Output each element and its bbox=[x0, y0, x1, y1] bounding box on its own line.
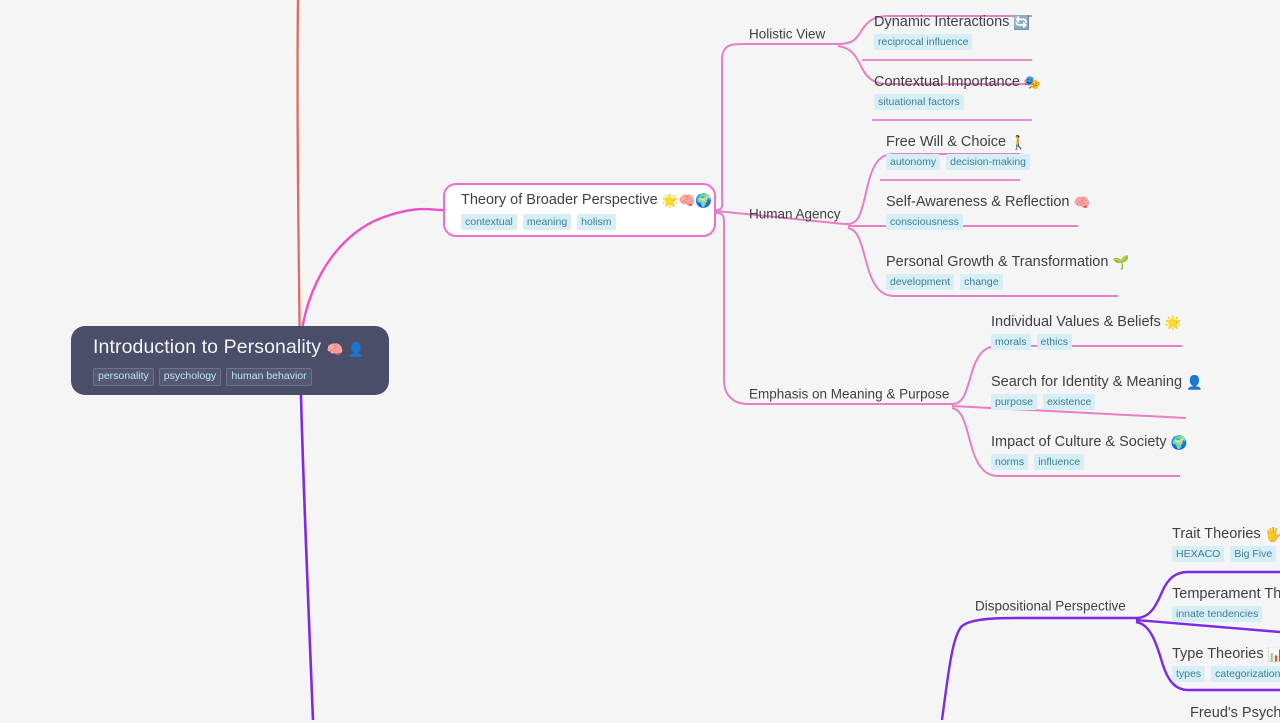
leaf-title: Personal Growth & Transformation 🌱 bbox=[886, 253, 1129, 272]
group-label-human-agency[interactable]: Human Agency bbox=[749, 206, 841, 223]
tag-consciousness: consciousness bbox=[886, 214, 963, 230]
performing-arts-icon: 🎭 bbox=[1023, 75, 1041, 90]
leaf-label: Impact of Culture & Society bbox=[991, 434, 1167, 450]
tag-contextual: contextual bbox=[461, 214, 517, 230]
branch-node-title: Theory of Broader Perspective 🌟🧠🌍 bbox=[461, 191, 714, 210]
tag-holism: holism bbox=[577, 214, 616, 230]
root-node-title: Introduction to Personality 🧠 👤 bbox=[93, 335, 369, 362]
leaf-tags: consciousness bbox=[886, 214, 1090, 230]
tag-autonomy: autonomy bbox=[886, 154, 941, 170]
leaf-label: Free Will & Choice bbox=[886, 134, 1007, 150]
root-node[interactable]: Introduction to Personality 🧠 👤 personal… bbox=[71, 326, 389, 395]
leaf-contextual-importance[interactable]: Contextual Importance 🎭 situational fact… bbox=[874, 73, 1041, 110]
tag-types: types bbox=[1172, 666, 1206, 682]
leaf-individual-values-beliefs[interactable]: Individual Values & Beliefs 🌟 morals eth… bbox=[991, 313, 1182, 350]
arrows-counterclockwise-icon: 🔄 bbox=[1013, 15, 1031, 30]
leaf-tags: situational factors bbox=[874, 94, 1041, 110]
leaf-tags: HEXACO Big Five bbox=[1172, 546, 1280, 562]
tag-existence: existence bbox=[1042, 394, 1096, 410]
leaf-title: Dynamic Interactions 🔄 bbox=[874, 13, 1030, 32]
leaf-temperament-theories[interactable]: Temperament The innate tendencies bbox=[1172, 585, 1280, 622]
clipped-label-freuds-psychoanalytic[interactable]: Freud's Psycho bbox=[1190, 704, 1280, 723]
tag-human-behavior: human behavior bbox=[226, 368, 312, 386]
tag-reciprocal-influence: reciprocal influence bbox=[874, 34, 973, 50]
branch-node-tags: contextual meaning holism bbox=[461, 214, 714, 230]
seedling-icon: 🌱 bbox=[1112, 255, 1130, 270]
tag-purpose: purpose bbox=[991, 394, 1037, 410]
leaf-tags: types categorization bbox=[1172, 666, 1280, 682]
tag-psychology: psychology bbox=[158, 368, 222, 386]
leaf-label: Personal Growth & Transformation bbox=[886, 254, 1109, 270]
tag-norms: norms bbox=[991, 454, 1029, 470]
star-icon: 🌟 bbox=[1164, 315, 1182, 330]
leaf-label: Search for Identity & Meaning bbox=[991, 374, 1183, 390]
branch-node-theory-of-broader-perspective[interactable]: Theory of Broader Perspective 🌟🧠🌍 contex… bbox=[443, 183, 716, 237]
leaf-title: Impact of Culture & Society 🌍 bbox=[991, 433, 1188, 452]
leaf-tags: autonomy decision-making bbox=[886, 154, 1030, 170]
group-label-holistic-view[interactable]: Holistic View bbox=[749, 26, 825, 43]
tag-ethics: ethics bbox=[1036, 334, 1072, 350]
leaf-tags: morals ethics bbox=[991, 334, 1182, 350]
tag-situational-factors: situational factors bbox=[874, 94, 964, 110]
leaf-label: Self-Awareness & Reflection bbox=[886, 194, 1070, 210]
globe-icon: 🌍 bbox=[1170, 435, 1188, 450]
pedestrian-icon: 🚶 bbox=[1010, 135, 1027, 150]
leaf-title: Individual Values & Beliefs 🌟 bbox=[991, 313, 1182, 332]
leaf-dynamic-interactions[interactable]: Dynamic Interactions 🔄 reciprocal influe… bbox=[874, 13, 1030, 50]
tag-hexaco: HEXACO bbox=[1172, 546, 1225, 562]
tag-categorization: categorization bbox=[1211, 666, 1280, 682]
leaf-title: Type Theories 📊 bbox=[1172, 645, 1280, 664]
bar-chart-icon: 📊 bbox=[1267, 647, 1280, 662]
leaf-label: Trait Theories bbox=[1172, 526, 1261, 542]
leaf-label: Individual Values & Beliefs bbox=[991, 314, 1161, 330]
leaf-free-will-choice[interactable]: Free Will & Choice 🚶 autonomy decision-m… bbox=[886, 133, 1030, 170]
leaf-tags: reciprocal influence bbox=[874, 34, 1030, 50]
root-node-tags: personality psychology human behavior bbox=[93, 368, 369, 386]
leaf-tags: purpose existence bbox=[991, 394, 1203, 410]
tag-development: development bbox=[886, 274, 955, 290]
leaf-tags: norms influence bbox=[991, 454, 1188, 470]
mindmap-canvas: Introduction to Personality 🧠 👤 personal… bbox=[0, 0, 1280, 723]
tag-personality: personality bbox=[93, 368, 154, 386]
tag-influence: influence bbox=[1034, 454, 1085, 470]
leaf-self-awareness-reflection[interactable]: Self-Awareness & Reflection 🧠 consciousn… bbox=[886, 193, 1090, 230]
leaf-title: Trait Theories 🖐️🌐 bbox=[1172, 525, 1280, 544]
tag-innate-tendencies: innate tendencies bbox=[1172, 606, 1263, 622]
leaf-impact-of-culture-society[interactable]: Impact of Culture & Society 🌍 norms infl… bbox=[991, 433, 1188, 470]
leaf-title: Free Will & Choice 🚶 bbox=[886, 133, 1030, 152]
leaf-personal-growth-transformation[interactable]: Personal Growth & Transformation 🌱 devel… bbox=[886, 253, 1129, 290]
branch-node-label: Theory of Broader Perspective bbox=[461, 192, 658, 208]
leaf-title: Temperament The bbox=[1172, 585, 1280, 604]
person-icon: 👤 bbox=[1186, 375, 1203, 390]
leaf-title: Self-Awareness & Reflection 🧠 bbox=[886, 193, 1090, 212]
root-node-label: Introduction to Personality bbox=[93, 336, 322, 358]
tag-morals: morals bbox=[991, 334, 1031, 350]
group-label-dispositional-perspective[interactable]: Dispositional Perspective bbox=[975, 598, 1126, 615]
leaf-trait-theories[interactable]: Trait Theories 🖐️🌐 HEXACO Big Five bbox=[1172, 525, 1280, 562]
tag-decision-making: decision-making bbox=[946, 154, 1030, 170]
star-brain-globe-icon: 🌟🧠🌍 bbox=[661, 193, 713, 208]
brain-person-icon: 🧠 👤 bbox=[326, 342, 365, 357]
leaf-label: Temperament The bbox=[1172, 586, 1280, 602]
tag-big-five: Big Five bbox=[1230, 546, 1277, 562]
tag-change: change bbox=[960, 274, 1003, 290]
leaf-type-theories[interactable]: Type Theories 📊 types categorization bbox=[1172, 645, 1280, 682]
leaf-label: Type Theories bbox=[1172, 646, 1264, 662]
leaf-tags: innate tendencies bbox=[1172, 606, 1280, 622]
leaf-search-for-identity-meaning[interactable]: Search for Identity & Meaning 👤 purpose … bbox=[991, 373, 1203, 410]
leaf-title: Contextual Importance 🎭 bbox=[874, 73, 1041, 92]
group-label-emphasis-on-meaning-purpose[interactable]: Emphasis on Meaning & Purpose bbox=[749, 386, 949, 403]
leaf-label: Contextual Importance bbox=[874, 74, 1020, 90]
leaf-title: Search for Identity & Meaning 👤 bbox=[991, 373, 1203, 392]
tag-meaning: meaning bbox=[522, 214, 572, 230]
leaf-tags: development change bbox=[886, 274, 1129, 290]
leaf-label: Dynamic Interactions bbox=[874, 14, 1010, 30]
brain-icon: 🧠 bbox=[1073, 195, 1091, 210]
raised-hand-globe-icon: 🖐️🌐 bbox=[1264, 527, 1280, 542]
